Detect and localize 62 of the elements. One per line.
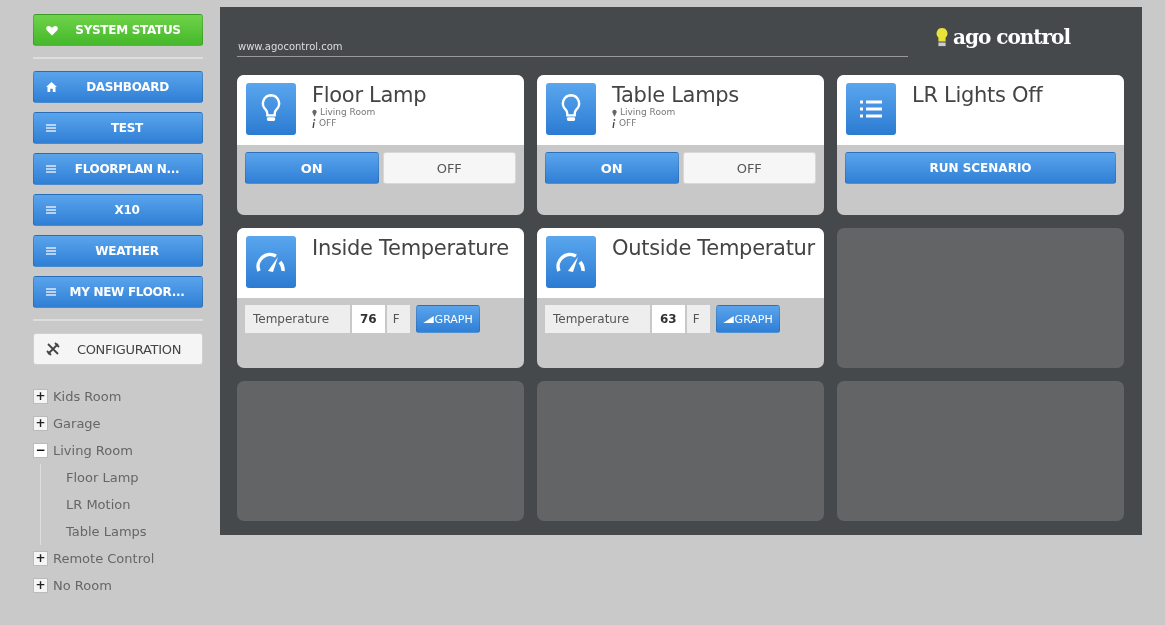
switch-button[interactable]: OFF: [682, 152, 816, 184]
menu-icon: [46, 288, 56, 296]
room-label: Living Room: [320, 107, 376, 118]
state-label: OFF: [319, 118, 337, 129]
widget-title: LR Lights Off: [912, 83, 1043, 107]
state-label: OFF: [619, 118, 637, 129]
sensor-unit: F: [686, 305, 710, 333]
tree-item[interactable]: Living Room: [53, 443, 133, 458]
nav-button[interactable]: FLOORPLAN N...: [33, 153, 203, 185]
tree-item[interactable]: Garage: [53, 416, 101, 431]
chart-icon: [422, 315, 434, 323]
tree-item[interactable]: Floor Lamp: [66, 470, 139, 485]
menu-icon: [46, 124, 56, 132]
menu-icon: [46, 165, 56, 173]
sensor-value: 76: [352, 305, 385, 333]
tools-icon: [46, 342, 60, 356]
switch-button[interactable]: OFF: [382, 152, 516, 184]
chart-icon: [722, 315, 734, 323]
sensor-value: 63: [652, 305, 685, 333]
nav-button[interactable]: MY NEW FLOOR...: [33, 276, 203, 308]
configuration-button[interactable]: CONFIGURATION: [33, 333, 203, 365]
menu-icon: [46, 247, 56, 255]
logo-text: ago control: [952, 25, 1070, 49]
switch-button[interactable]: ON: [545, 152, 679, 184]
home-icon: [46, 82, 57, 92]
nav-button[interactable]: TEST: [33, 112, 203, 144]
expand-toggle[interactable]: +: [33, 389, 48, 404]
menu-icon: [46, 206, 56, 214]
widget-title: Inside Temperature: [312, 236, 509, 260]
tree-item[interactable]: Kids Room: [53, 389, 122, 404]
info-icon: [612, 119, 616, 128]
tree-item[interactable]: Table Lamps: [66, 524, 147, 539]
widget-title: Outside Temperatur: [612, 236, 815, 260]
widget-title: Table Lamps: [612, 83, 739, 107]
system-status-button[interactable]: SYSTEM STATUS: [33, 14, 203, 46]
location-pin-icon: [312, 108, 317, 117]
location-pin-icon: [612, 108, 617, 117]
run-scenario-button[interactable]: RUN SCENARIO: [845, 152, 1116, 184]
room-label: Living Room: [620, 107, 676, 118]
graph-button[interactable]: GRAPH: [415, 305, 480, 333]
nav-button[interactable]: X10: [33, 194, 203, 226]
tree-item[interactable]: No Room: [53, 578, 112, 593]
site-url: www.agocontrol.com: [237, 41, 908, 57]
switch-button[interactable]: ON: [245, 152, 379, 184]
sensor-unit: F: [386, 305, 410, 333]
expand-toggle[interactable]: +: [33, 416, 48, 431]
widget-title: Floor Lamp: [312, 83, 427, 107]
list-icon: [860, 100, 882, 118]
expand-toggle[interactable]: −: [33, 443, 48, 458]
expand-toggle[interactable]: +: [33, 551, 48, 566]
gauge-icon: [556, 251, 586, 273]
expand-toggle[interactable]: +: [33, 578, 48, 593]
nav-button[interactable]: DASHBOARD: [33, 71, 203, 103]
info-icon: [312, 119, 316, 128]
sensor-label: Temperature: [245, 305, 350, 333]
tree-item[interactable]: Remote Control: [53, 551, 155, 566]
graph-button[interactable]: GRAPH: [715, 305, 780, 333]
heart-icon: [46, 24, 58, 36]
nav-button[interactable]: WEATHER: [33, 235, 203, 267]
sensor-label: Temperature: [545, 305, 650, 333]
gauge-icon: [256, 251, 286, 273]
tree-item[interactable]: LR Motion: [66, 497, 131, 512]
